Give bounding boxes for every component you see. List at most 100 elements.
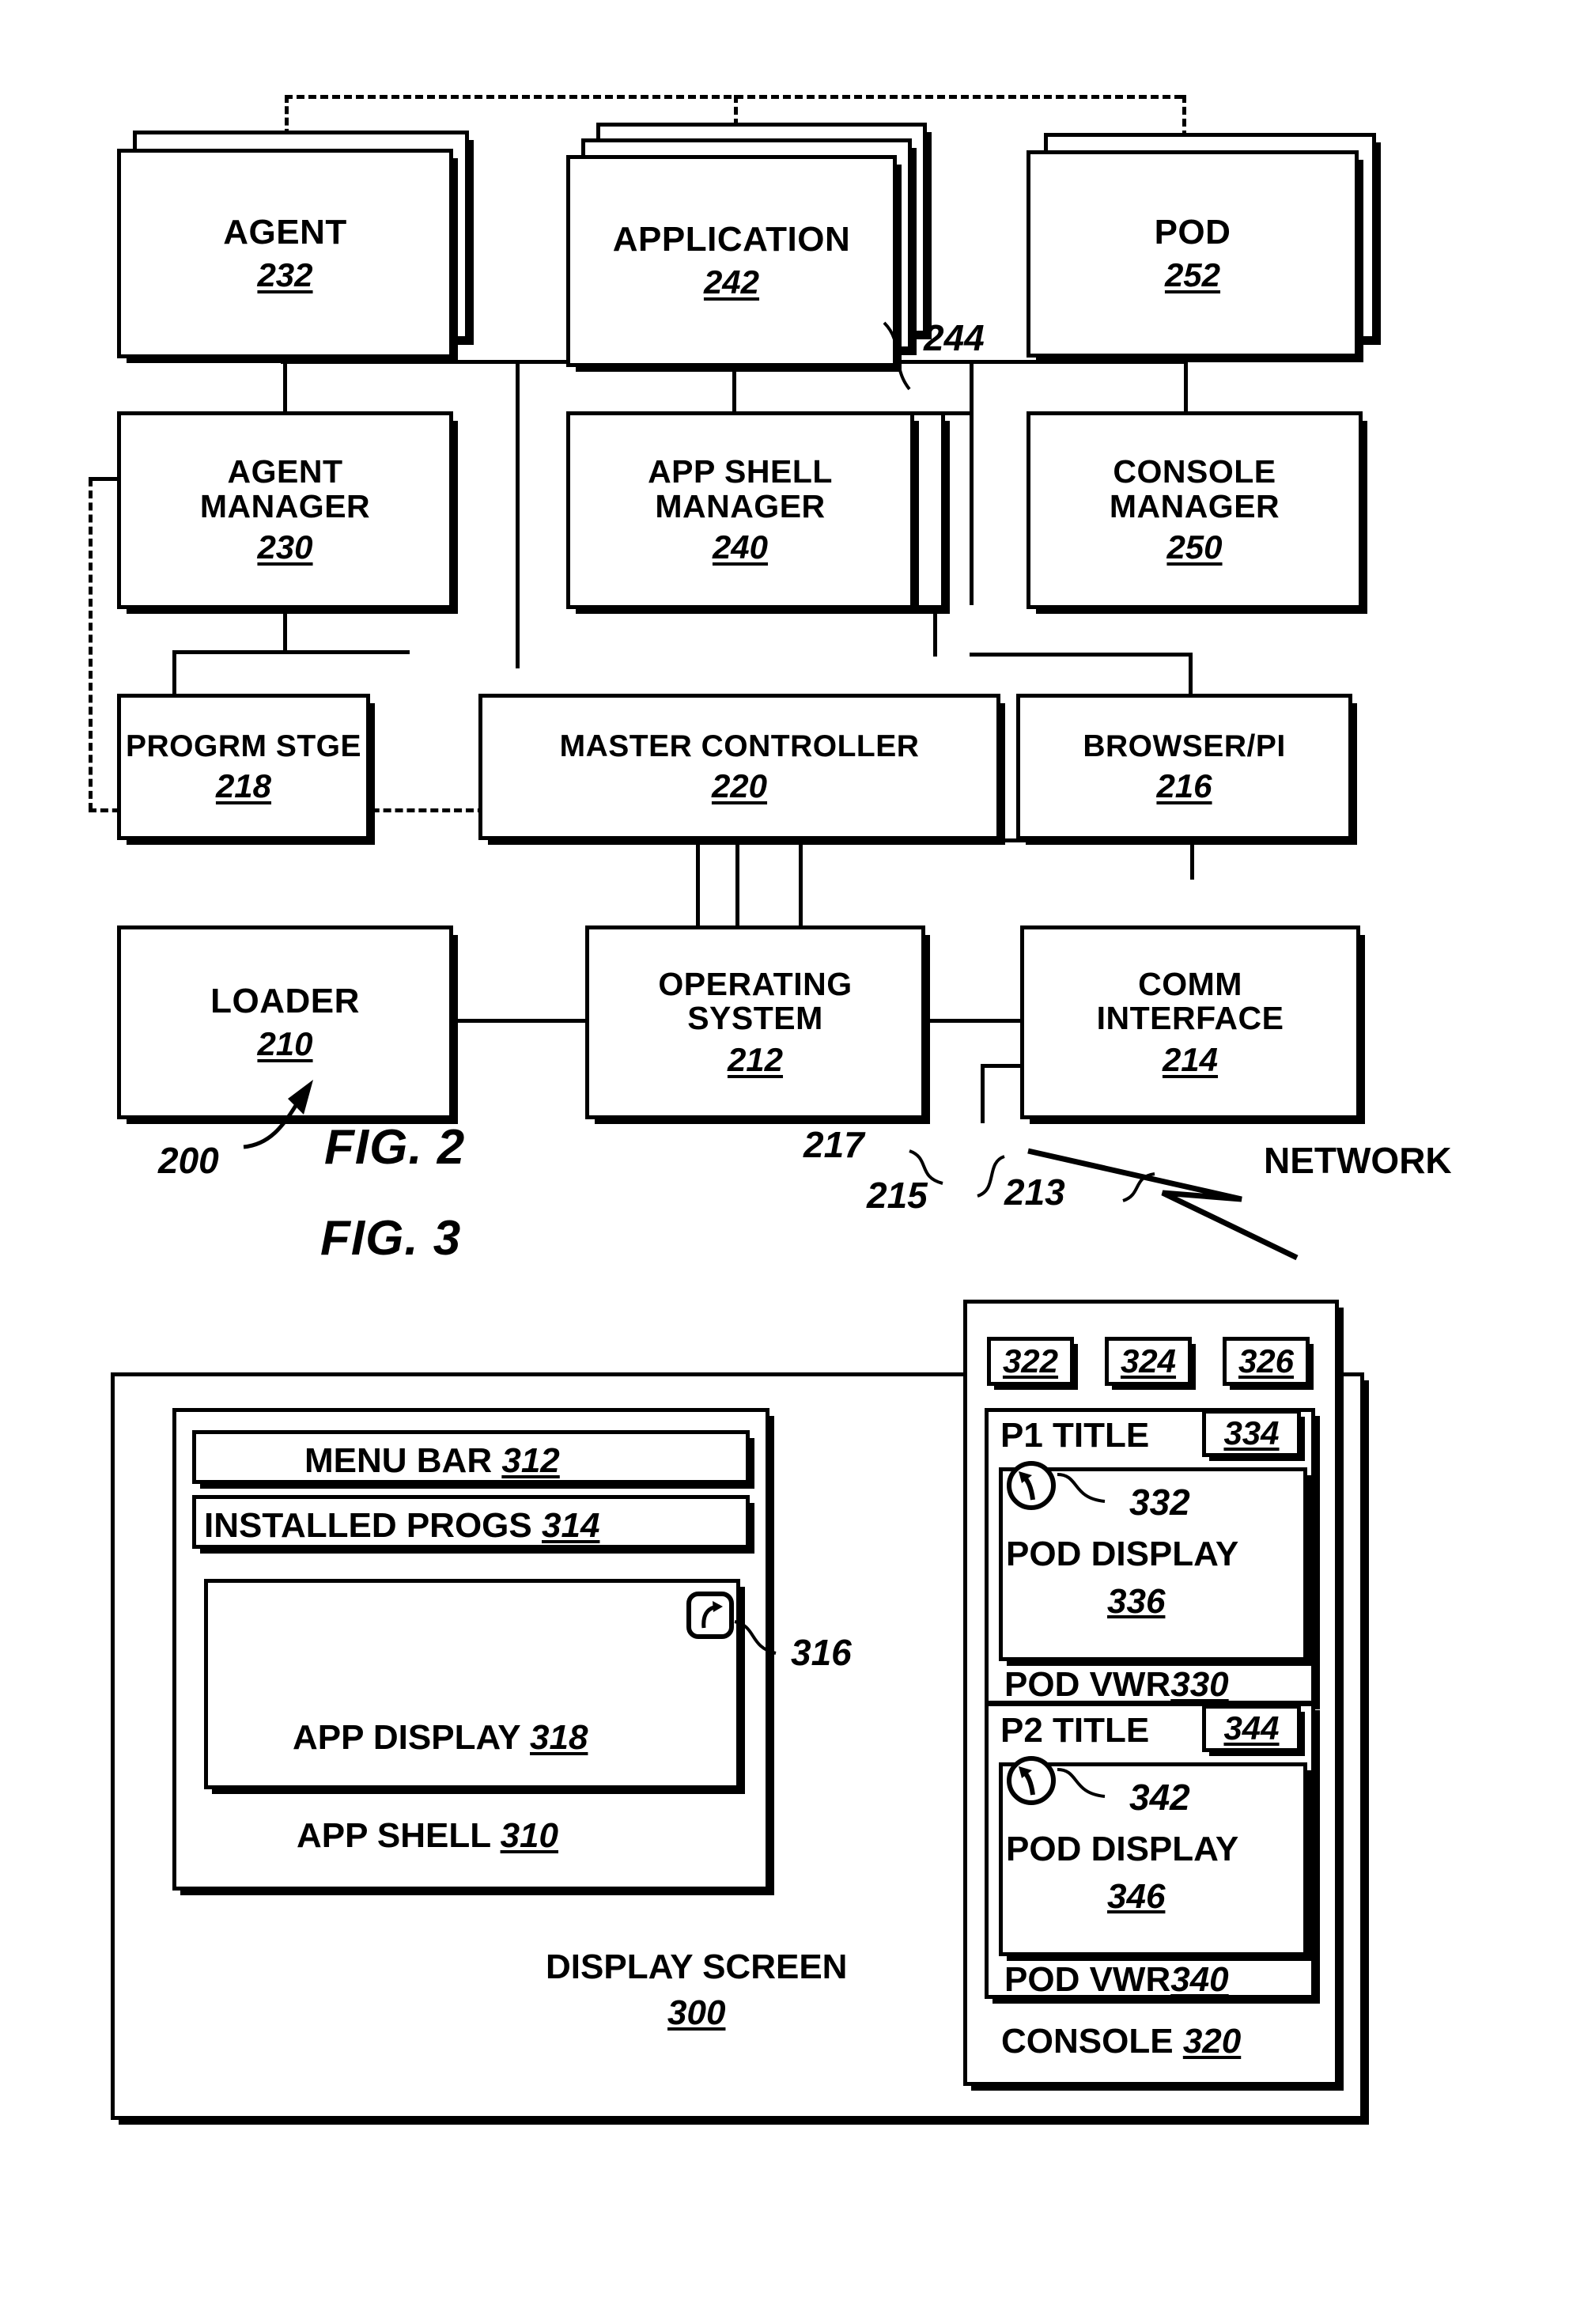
app-shell-manager-num: 240 bbox=[712, 528, 769, 566]
agent-title: AGENT bbox=[223, 212, 347, 252]
comm-interface-title-line1: COMM bbox=[1138, 965, 1242, 1002]
p2-title-label: P2 TITLE bbox=[1000, 1711, 1150, 1750]
progrm-stge-box: PROGRM STGE 218 bbox=[117, 694, 370, 840]
console-manager-num: 250 bbox=[1166, 528, 1223, 566]
patent-figure-sheet: AGENT 232 APPLICATION 242 244 POD 252 AG… bbox=[0, 0, 1588, 2324]
comm-interface-num: 214 bbox=[1162, 1040, 1219, 1078]
operating-system-title-line2: SYSTEM bbox=[687, 1000, 823, 1037]
pod-display-2-num: 346 bbox=[1107, 1877, 1166, 1916]
line-bus-to-console-manager bbox=[1184, 360, 1188, 411]
pointer-arrow-icon-2 bbox=[1003, 1752, 1060, 1809]
agent-manager-num: 230 bbox=[257, 528, 313, 566]
console-manager-title-line1: CONSOLE bbox=[1113, 453, 1276, 490]
operating-system-num: 212 bbox=[727, 1040, 784, 1078]
p1-title-label: P1 TITLE bbox=[1000, 1416, 1150, 1455]
app-display-num: 318 bbox=[530, 1718, 588, 1757]
line-bus-to-master-controller-left bbox=[516, 360, 520, 668]
callout-332-leader bbox=[1057, 1473, 1106, 1503]
app-shell-manager-title-line1: APP SHELL bbox=[648, 453, 833, 490]
app-shell-num: 310 bbox=[500, 1816, 558, 1855]
agent-box: AGENT 232 bbox=[117, 149, 453, 358]
fig3-label: FIG. 3 bbox=[320, 1211, 462, 1266]
menu-bar-num: 312 bbox=[501, 1441, 560, 1480]
installed-progs-text: INSTALLED PROGS bbox=[204, 1506, 532, 1545]
console-tab-322-label: 322 bbox=[1002, 1342, 1059, 1380]
browser-pi-title: BROWSER/PI bbox=[1083, 729, 1286, 763]
app-display-label: APP DISPLAY 318 bbox=[293, 1718, 588, 1758]
curved-arrow-button[interactable] bbox=[686, 1592, 735, 1641]
loader-num: 210 bbox=[257, 1024, 313, 1062]
browser-pi-num: 216 bbox=[1156, 766, 1212, 804]
console-num: 320 bbox=[1182, 2022, 1242, 2061]
master-controller-num: 220 bbox=[711, 766, 768, 804]
line-browser-into-os bbox=[799, 838, 803, 925]
line-bus-to-app-shell-manager bbox=[732, 360, 736, 411]
pod-viewer-2-text: POD VWR bbox=[1004, 1960, 1171, 1999]
app-shell-manager-title-line2: MANAGER bbox=[655, 487, 826, 524]
console-tab-324-label: 324 bbox=[1120, 1342, 1177, 1380]
agent-num: 232 bbox=[257, 255, 313, 293]
callout-316: 316 bbox=[791, 1632, 852, 1673]
callout-244-leader bbox=[883, 321, 911, 391]
pod-box: POD 252 bbox=[1027, 150, 1359, 358]
comm-interface-box: COMM INTERFACE 214 bbox=[1020, 925, 1360, 1119]
loader-title: LOADER bbox=[210, 981, 360, 1020]
network-leader-lines bbox=[909, 1148, 1299, 1261]
callout-200: 200 bbox=[158, 1140, 219, 1181]
p2-title-num: 344 bbox=[1223, 1709, 1280, 1747]
operating-system-title-line1: OPERATING bbox=[658, 965, 853, 1002]
display-screen-text: DISPLAY SCREEN bbox=[546, 1947, 848, 1986]
menu-bar-text: MENU BAR bbox=[304, 1441, 493, 1480]
console-manager-box: CONSOLE MANAGER 250 bbox=[1027, 411, 1363, 609]
app-shell-text: APP SHELL bbox=[297, 1816, 491, 1855]
app-display-text: APP DISPLAY bbox=[293, 1718, 520, 1757]
pod-display-1-label: POD DISPLAY bbox=[1006, 1535, 1239, 1573]
dashed-left-rail bbox=[89, 479, 93, 811]
callout-332: 332 bbox=[1129, 1482, 1190, 1523]
pointer-arrow-icon-1 bbox=[1003, 1457, 1060, 1514]
line-bus-to-agent-manager bbox=[283, 360, 287, 411]
agent-manager-box: AGENT MANAGER 230 bbox=[117, 411, 453, 609]
master-controller-box: MASTER CONTROLLER 220 bbox=[478, 694, 1000, 840]
agent-manager-title-line1: AGENT bbox=[227, 453, 343, 490]
pod-viewer-1-text: POD VWR bbox=[1004, 1665, 1171, 1704]
console-manager-title-line2: MANAGER bbox=[1109, 487, 1280, 524]
progrm-stge-title: PROGRM STGE bbox=[125, 729, 362, 763]
console-text: CONSOLE bbox=[1001, 2022, 1174, 2061]
p1-title-num-cell[interactable]: 334 bbox=[1202, 1410, 1301, 1457]
agent-manager-left-stub bbox=[89, 477, 120, 481]
pod-display-2-label: POD DISPLAY bbox=[1006, 1830, 1239, 1868]
console-label: CONSOLE 320 bbox=[1001, 2022, 1241, 2061]
installed-progs-label: INSTALLED PROGS 314 bbox=[204, 1506, 599, 1546]
line-bus-to-master-controller-right bbox=[970, 360, 974, 605]
master-controller-title: MASTER CONTROLLER bbox=[559, 729, 920, 763]
line-agent-manager-to-progrm-stge bbox=[283, 609, 287, 653]
bracket-progrm-stge-left bbox=[172, 650, 176, 694]
console-tab-322[interactable]: 322 bbox=[987, 1337, 1074, 1386]
installed-progs-num: 314 bbox=[542, 1506, 600, 1545]
pod-viewer-2-label: POD VWR340 bbox=[1004, 1960, 1229, 2000]
console-tab-324[interactable]: 324 bbox=[1105, 1337, 1192, 1386]
callout-342: 342 bbox=[1129, 1777, 1190, 1818]
line-master-to-os bbox=[735, 838, 739, 925]
bracket-browser-pi-top bbox=[970, 653, 1191, 657]
application-title: APPLICATION bbox=[612, 220, 851, 259]
pod-viewer-1-num: 330 bbox=[1170, 1665, 1229, 1704]
agent-manager-title-line2: MANAGER bbox=[199, 487, 371, 524]
line-loader-to-os bbox=[449, 1019, 590, 1023]
display-screen-num: 300 bbox=[667, 1993, 726, 2032]
comm-interface-title-line2: INTERFACE bbox=[1096, 1000, 1284, 1037]
callout-342-leader bbox=[1057, 1768, 1106, 1798]
progrm-stge-num: 218 bbox=[215, 766, 272, 804]
line-app-shell-manager-to-master bbox=[933, 609, 937, 657]
menu-bar-label: MENU BAR 312 bbox=[304, 1441, 560, 1481]
app-shell-manager-box: APP SHELL MANAGER 240 bbox=[566, 411, 914, 609]
bracket-progrm-stge-top bbox=[172, 650, 410, 654]
application-box: APPLICATION 242 bbox=[566, 155, 897, 367]
app-display bbox=[204, 1579, 740, 1789]
console-tab-326[interactable]: 326 bbox=[1223, 1337, 1310, 1386]
pod-num: 252 bbox=[1164, 256, 1221, 294]
pod-display-1-num: 336 bbox=[1107, 1582, 1166, 1621]
line-os-to-comm bbox=[921, 1019, 1024, 1023]
p2-title-num-cell[interactable]: 344 bbox=[1202, 1705, 1301, 1752]
